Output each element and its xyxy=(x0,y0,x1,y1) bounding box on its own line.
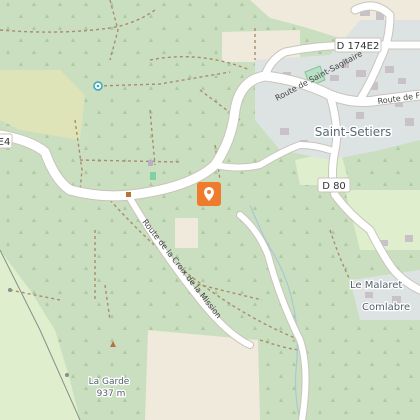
place-label-saint-setiers: Saint-Setiers xyxy=(315,125,392,139)
road-label-d80: D 80 xyxy=(322,181,346,192)
cross-icon[interactable] xyxy=(126,192,131,197)
elevation-label-la-garde: 937 m xyxy=(97,389,126,399)
location-marker[interactable] xyxy=(197,182,221,206)
small-building-icon xyxy=(148,160,153,166)
viewpoint-icon-dot xyxy=(96,84,100,88)
place-label-comlabre: Comlabre xyxy=(362,302,410,313)
field-patch xyxy=(175,218,198,248)
map-canvas[interactable]: D 174E2 D 80 E4 Route de Saint-Sagitaire… xyxy=(0,0,420,420)
field-area-north-2 xyxy=(222,30,300,62)
road-label-e4: E4 xyxy=(0,137,10,148)
place-label-la-garde: La Garde xyxy=(89,377,130,387)
power-pylon-2 xyxy=(65,373,69,377)
power-pylon xyxy=(8,288,12,292)
shield-d80: D 80 xyxy=(317,177,351,193)
small-green-poi-icon xyxy=(150,172,156,180)
place-label-le-malaret: Le Malaret xyxy=(350,280,402,291)
map-svg: D 174E2 D 80 E4 Route de Saint-Sagitaire… xyxy=(0,0,420,420)
shield-e4: E4 xyxy=(0,133,13,149)
map-pin-icon-hole xyxy=(207,190,211,194)
